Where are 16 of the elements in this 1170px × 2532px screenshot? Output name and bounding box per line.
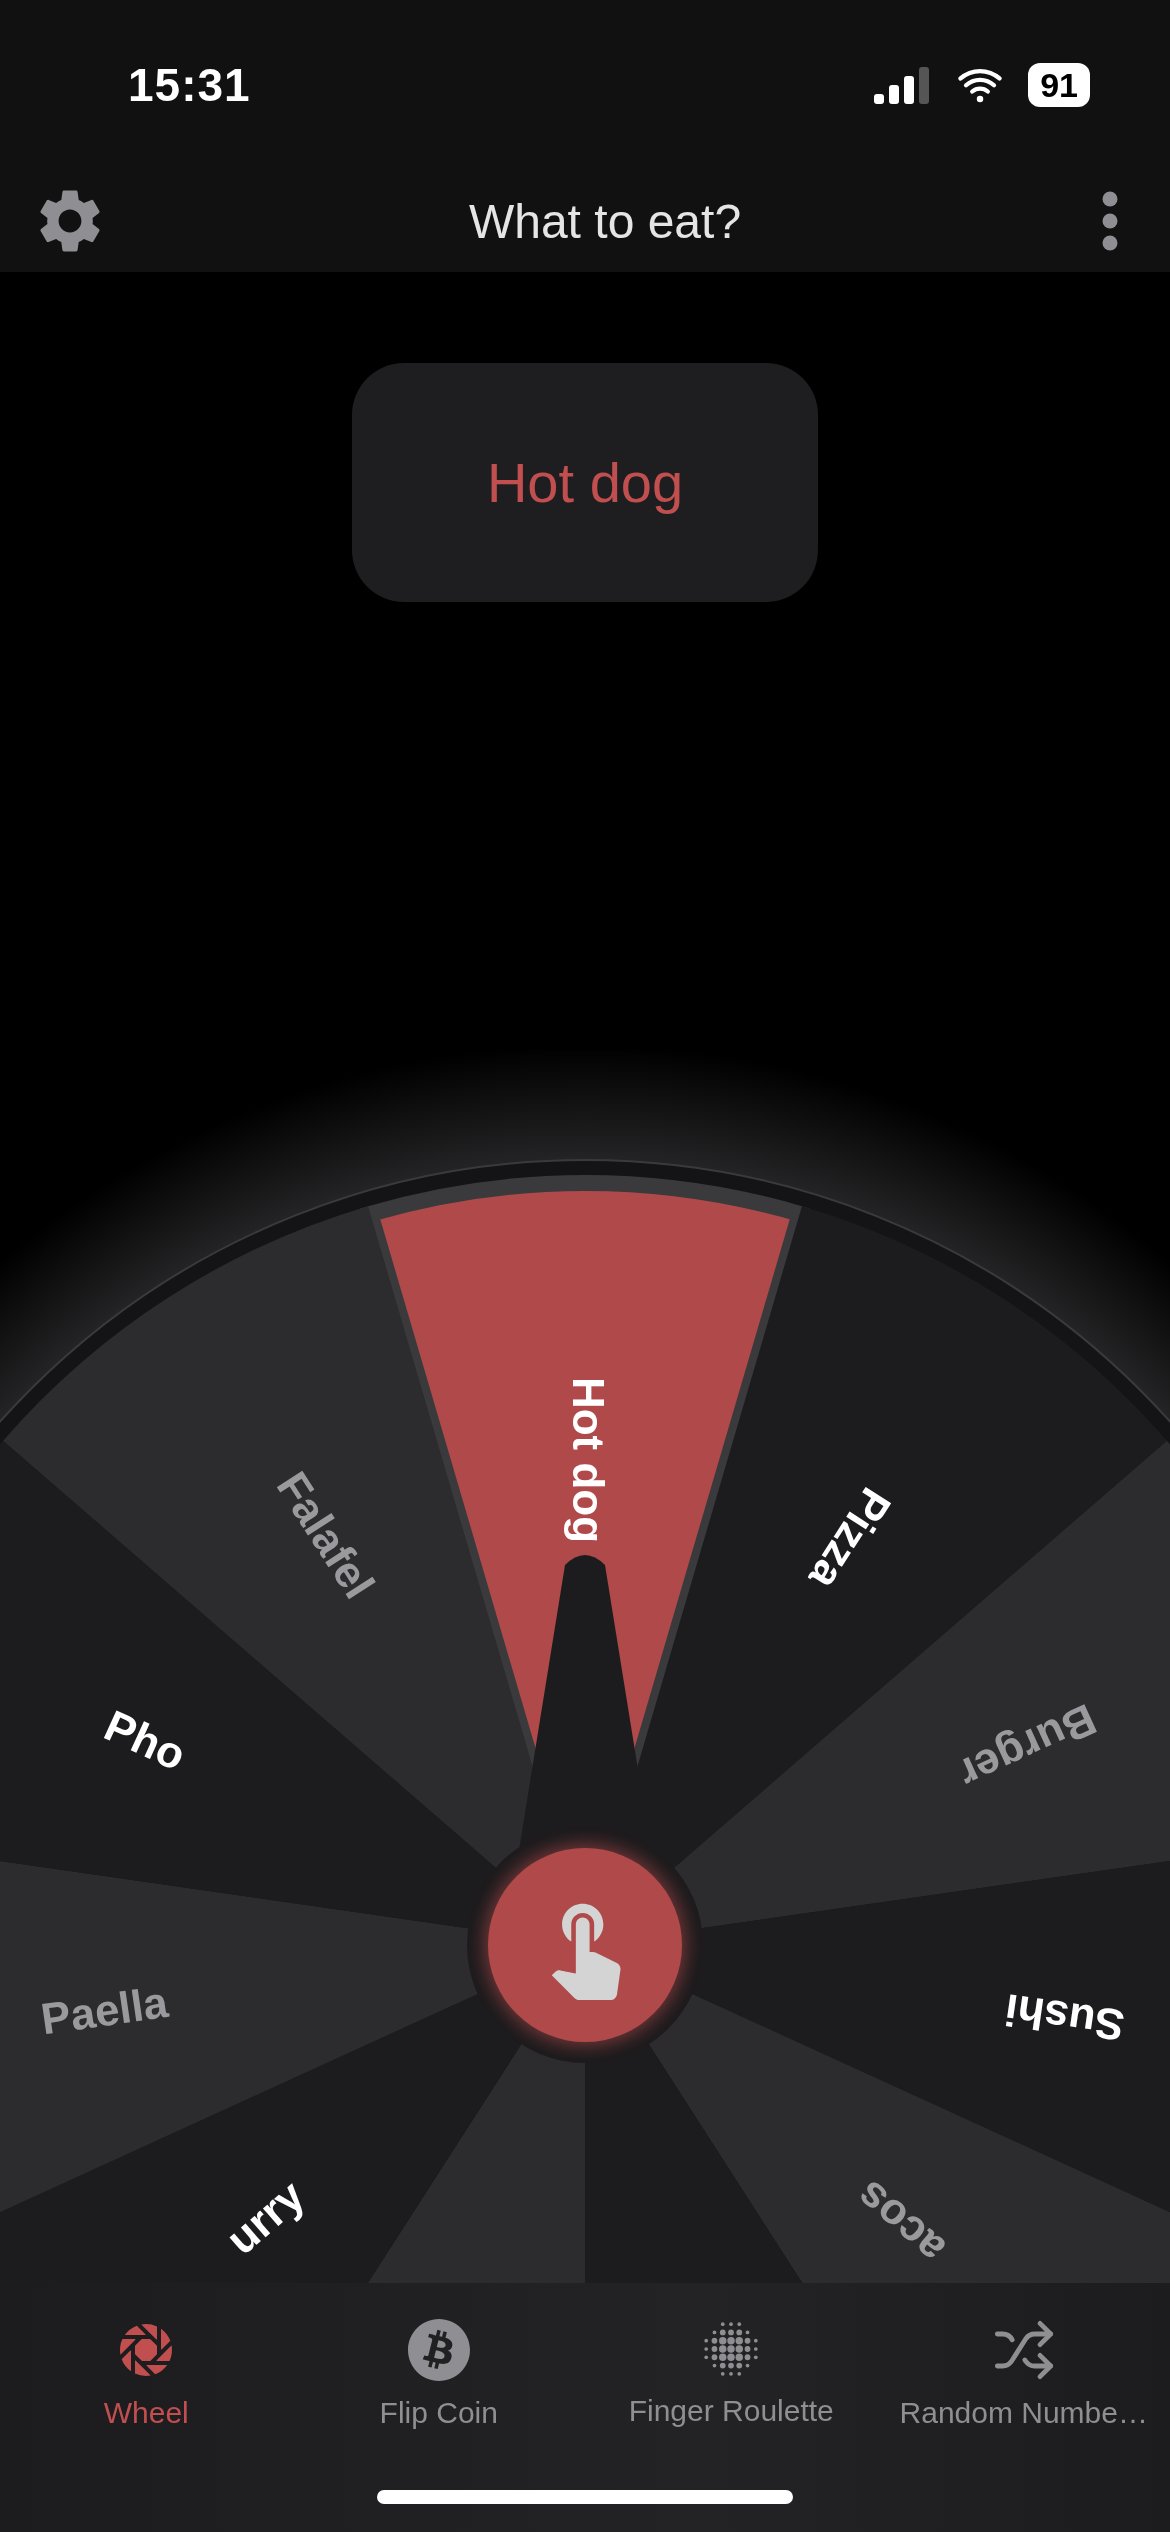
battery-icon: 91: [1028, 63, 1090, 107]
tab[interactable]: Wheel: [0, 2318, 293, 2430]
result-card: Hot dog: [352, 363, 818, 602]
tab[interactable]: Finger Roulette: [585, 2318, 878, 2430]
segment-label: Pho: [97, 1700, 194, 1780]
segment-label: urry: [216, 2170, 314, 2264]
segment-label: Hot dog: [564, 1376, 614, 1544]
kebab-menu-icon: [1102, 191, 1118, 251]
bitcoin-icon: [406, 2318, 471, 2382]
segment-label: Sushi: [1001, 1985, 1128, 2051]
tab[interactable]: Flip Coin: [292, 2318, 585, 2430]
segment-label: Paella: [37, 1976, 171, 2044]
menu-button[interactable]: [1102, 191, 1118, 251]
page-title: What to eat?: [468, 193, 742, 249]
status-time: 15:31: [128, 58, 251, 112]
tab[interactable]: Random Numbe…: [877, 2318, 1170, 2430]
